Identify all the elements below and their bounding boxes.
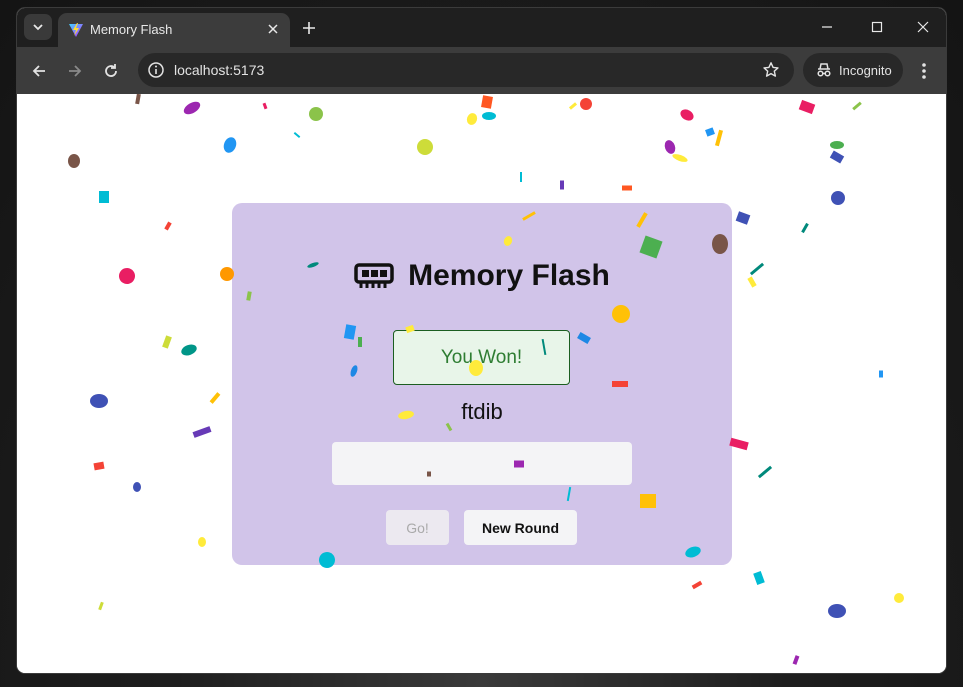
confetti-piece: [664, 140, 676, 154]
info-icon[interactable]: [147, 61, 165, 79]
confetti-piece: [164, 221, 172, 231]
confetti-piece: [183, 101, 201, 115]
confetti-piece: [580, 98, 592, 110]
title-row: Memory Flash: [232, 256, 732, 296]
page-content: Memory Flash You Won! ftdib Go! New Roun…: [17, 94, 946, 673]
confetti-piece: [680, 109, 694, 121]
confetti-piece: [133, 482, 141, 492]
confetti-piece: [672, 154, 688, 162]
chevron-down-icon: [33, 24, 43, 31]
forward-button[interactable]: [62, 58, 88, 84]
close-icon: [917, 21, 929, 33]
window-close-button[interactable]: [900, 8, 946, 46]
new-round-button[interactable]: New Round: [464, 510, 577, 545]
flash-word: ftdib: [461, 399, 503, 424]
tab-search-button[interactable]: [24, 14, 52, 40]
confetti-piece: [828, 604, 846, 618]
game-card: Memory Flash You Won! ftdib Go! New Roun…: [232, 203, 732, 565]
confetti-piece: [735, 211, 751, 225]
confetti-piece: [192, 426, 212, 438]
incognito-label: Incognito: [839, 62, 892, 78]
confetti-piece: [262, 102, 268, 110]
confetti-piece: [757, 465, 773, 479]
minimize-button[interactable]: [804, 8, 850, 46]
forward-icon: [69, 65, 82, 77]
confetti-piece: [198, 537, 206, 547]
confetti-piece: [93, 461, 105, 471]
confetti-piece: [568, 102, 578, 110]
confetti-piece: [293, 131, 301, 139]
reload-icon: [105, 64, 117, 77]
confetti-piece: [691, 580, 703, 590]
kebab-menu-icon[interactable]: [914, 59, 934, 83]
minimize-icon: [822, 26, 832, 28]
confetti-piece: [162, 335, 172, 349]
confetti-piece: [705, 127, 715, 137]
incognito-icon: [817, 63, 831, 77]
confetti-piece: [801, 222, 809, 234]
confetti-piece: [309, 107, 323, 121]
page-title: Memory Flash: [408, 259, 610, 292]
confetti-piece: [753, 570, 765, 586]
confetti-piece: [749, 262, 765, 276]
url-text[interactable]: localhost:5173: [174, 62, 264, 78]
confetti-piece: [894, 593, 904, 603]
tab-memory-flash[interactable]: Memory Flash: [58, 13, 290, 47]
confetti-piece: [466, 113, 478, 125]
confetti-piece: [417, 139, 433, 155]
answer-input[interactable]: [332, 442, 632, 485]
reload-button[interactable]: [98, 58, 124, 84]
confetti-piece: [90, 394, 108, 408]
confetti-piece: [829, 150, 845, 164]
confetti-piece: [520, 172, 522, 182]
confetti-piece: [135, 94, 141, 105]
confetti-piece: [560, 180, 564, 190]
confetti-piece: [223, 137, 237, 153]
confetti-piece: [879, 370, 883, 378]
address-bar[interactable]: localhost:5173: [138, 53, 794, 87]
confetti-piece: [99, 191, 109, 203]
confetti-piece: [68, 154, 80, 168]
star-icon[interactable]: [762, 61, 780, 79]
confetti-piece: [98, 601, 104, 611]
browser-window: Memory Flash localhost:5173 Incognito Me…: [17, 8, 946, 673]
confetti-piece: [209, 392, 221, 404]
incognito-indicator[interactable]: Incognito: [803, 53, 903, 87]
tab-strip: Memory Flash: [17, 8, 946, 47]
plus-icon: [303, 22, 315, 34]
confetti-piece: [482, 112, 496, 120]
confetti-piece: [729, 437, 749, 451]
confetti-piece: [831, 191, 845, 205]
confetti-piece: [747, 276, 757, 288]
back-button[interactable]: [26, 58, 52, 84]
back-icon: [32, 65, 45, 77]
status-message: You Won!: [393, 330, 570, 385]
confetti-piece: [852, 101, 862, 111]
close-icon: [268, 24, 278, 34]
confetti-piece: [714, 129, 724, 147]
confetti-piece: [119, 268, 135, 284]
maximize-button[interactable]: [854, 8, 900, 46]
tab-title: Memory Flash: [90, 22, 173, 37]
confetti-piece: [622, 185, 632, 191]
confetti-piece: [830, 141, 844, 149]
go-button[interactable]: Go!: [386, 510, 449, 545]
confetti-piece: [181, 344, 197, 356]
confetti-piece: [481, 95, 493, 109]
maximize-icon: [871, 21, 883, 33]
new-tab-button[interactable]: [298, 17, 320, 39]
vite-logo-icon: [69, 23, 83, 37]
confetti-piece: [792, 655, 800, 665]
browser-toolbar: localhost:5173 Incognito: [17, 47, 946, 94]
tab-close-button[interactable]: [264, 20, 282, 38]
confetti-piece: [798, 99, 816, 115]
memory-chip-icon: [354, 263, 394, 288]
